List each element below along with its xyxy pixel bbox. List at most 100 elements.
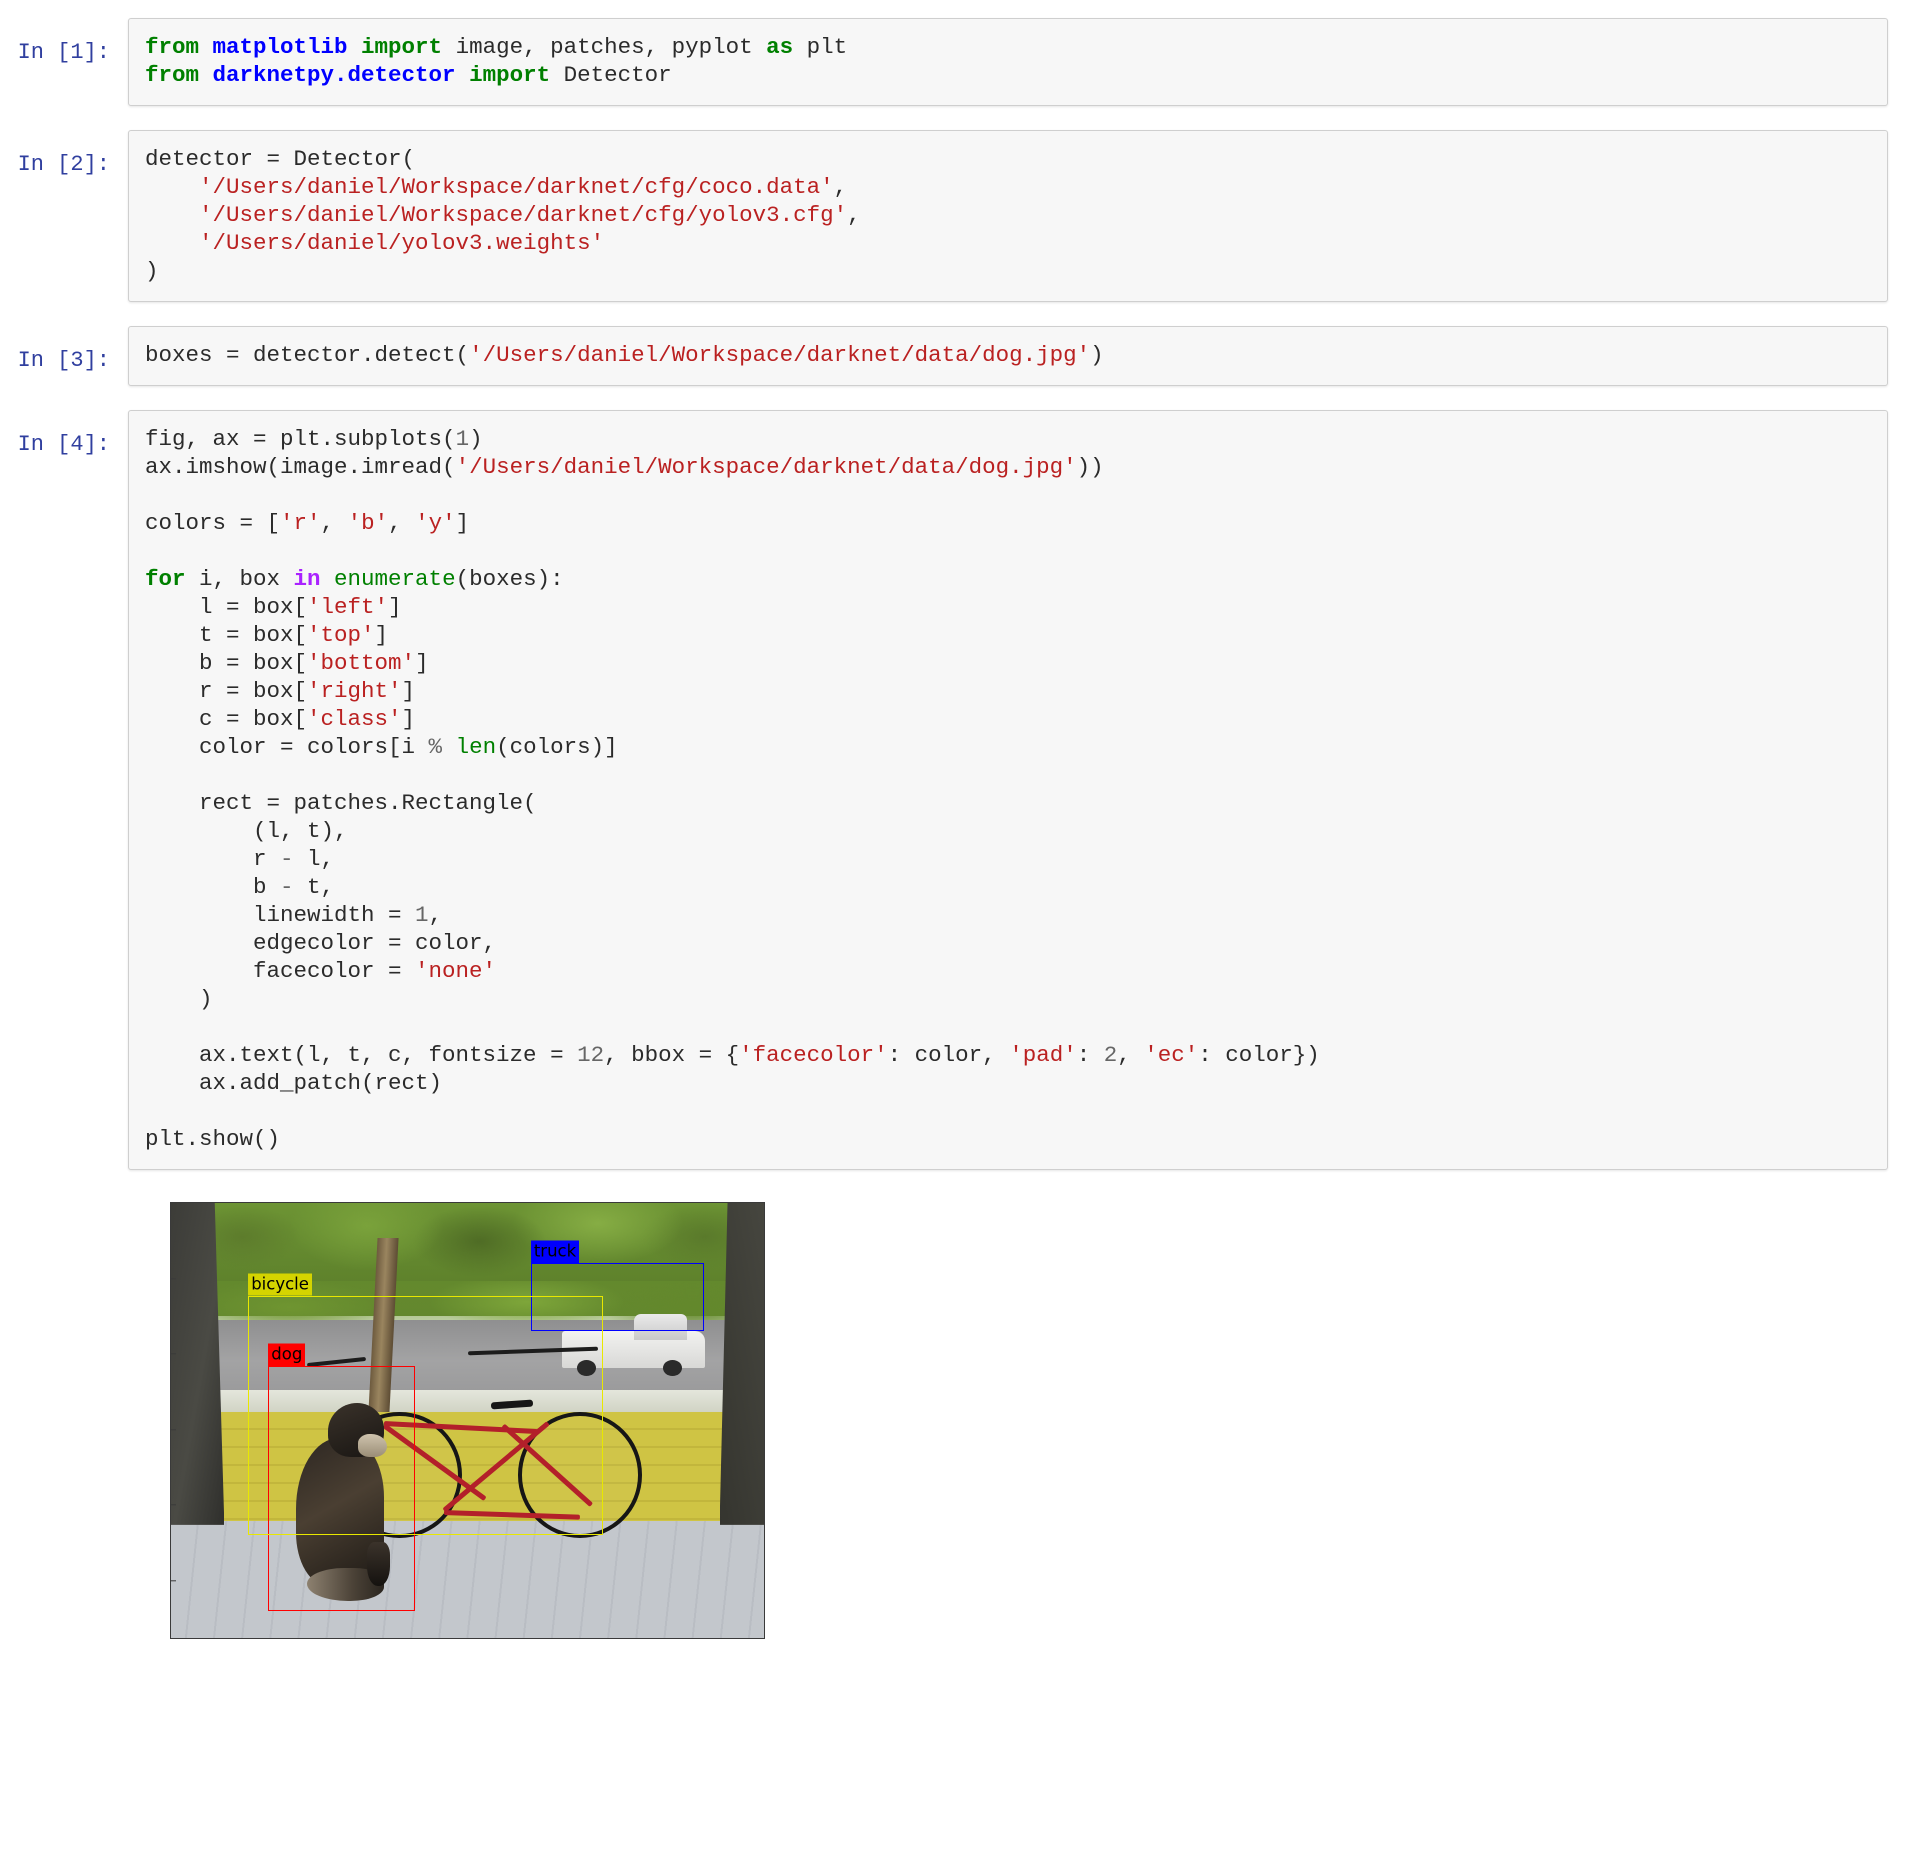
- code-token: ): [469, 426, 483, 452]
- curb: [171, 1390, 764, 1414]
- figure-axes: dogtruckbicycle 010020030040050001002003…: [170, 1202, 765, 1639]
- code-token: : color}): [1198, 1042, 1320, 1068]
- code-token: image, patches, pyplot: [455, 34, 767, 60]
- code-token: 'pad': [1009, 1042, 1077, 1068]
- cell-prompt-1: In [1]:: [17, 40, 110, 65]
- code-token: ax.imshow(image.imread(: [145, 454, 456, 480]
- code-token: plt.show(): [145, 1126, 281, 1152]
- code-token: 2: [1103, 1042, 1118, 1068]
- code-token: t = box[: [145, 622, 308, 648]
- code-token: b: [145, 874, 281, 900]
- code-editor-1[interactable]: from matplotlib import image, patches, p…: [145, 33, 1871, 89]
- code-token: import: [469, 62, 564, 88]
- code-token: darknetpy.detector: [212, 62, 470, 88]
- code-token: '/Users/daniel/Workspace/darknet/data/do…: [469, 342, 1091, 368]
- code-token: 'bottom': [307, 650, 416, 676]
- cell-prompt-2: In [2]:: [17, 152, 110, 177]
- code-token: '/Users/daniel/Workspace/darknet/data/do…: [455, 454, 1077, 480]
- code-cell-2[interactable]: In [2]: detector = Detector( '/Users/dan…: [0, 130, 1914, 302]
- cell-prompt-3: In [3]:: [17, 348, 110, 373]
- code-token: %: [428, 734, 456, 760]
- code-token: 'r': [280, 510, 321, 536]
- code-token: -: [280, 846, 308, 872]
- x-axis-tick-label: 0: [170, 1638, 176, 1639]
- code-cell-1[interactable]: In [1]: from matplotlib import image, pa…: [0, 18, 1914, 106]
- truck-cab: [633, 1313, 687, 1341]
- code-token: , bbox = {: [604, 1042, 740, 1068]
- x-axis-tick-label: 400: [464, 1638, 496, 1639]
- code-token: ,: [1117, 1042, 1145, 1068]
- code-token: ]: [415, 650, 429, 676]
- code-editor-2[interactable]: detector = Detector( '/Users/daniel/Work…: [145, 145, 1871, 285]
- code-token: as: [766, 34, 807, 60]
- code-token: plt: [806, 34, 848, 60]
- code-token: ax.add_patch(rect): [145, 1070, 443, 1096]
- cell-prompt-4: In [4]:: [17, 432, 110, 457]
- code-token: ]: [455, 510, 470, 536]
- code-token: 'class': [307, 706, 402, 732]
- code-token: 'ec': [1144, 1042, 1199, 1068]
- notebook: In [1]: from matplotlib import image, pa…: [0, 18, 1914, 1704]
- code-cell-4[interactable]: In [4]: fig, ax = plt.subplots(1) ax.ims…: [0, 410, 1914, 1170]
- code-token: '/Users/daniel/Workspace/darknet/cfg/coc…: [199, 174, 834, 200]
- code-token: ,: [388, 510, 416, 536]
- code-token: l,: [307, 846, 335, 872]
- x-axis-tick-label: 300: [386, 1638, 418, 1639]
- code-token: )): [1076, 454, 1104, 480]
- code-token: 'none': [415, 958, 497, 984]
- code-token: 'y': [415, 510, 456, 536]
- x-axis-tick-label: 100: [232, 1638, 264, 1639]
- code-editor-4[interactable]: fig, ax = plt.subplots(1) ax.imshow(imag…: [145, 425, 1871, 1153]
- code-token: ]: [401, 706, 416, 732]
- code-token: ,: [847, 202, 861, 228]
- code-token: ): [1090, 342, 1104, 368]
- code-token: for: [145, 566, 200, 592]
- code-token: linewidth =: [145, 902, 416, 928]
- code-token: ax.text(l, t, c, fontsize =: [145, 1042, 578, 1068]
- code-token: ): [145, 258, 159, 284]
- code-token: (l, t),: [145, 818, 348, 844]
- code-token: rect = patches.Rectangle(: [145, 790, 537, 816]
- code-token: i, box: [199, 566, 294, 592]
- cell-input-2[interactable]: detector = Detector( '/Users/daniel/Work…: [128, 130, 1888, 302]
- code-token: in: [293, 566, 335, 592]
- code-token: b = box[: [145, 650, 308, 676]
- x-axis-tick-label: 700: [695, 1638, 727, 1639]
- code-token: 'b': [347, 510, 389, 536]
- x-axis-tick-label: 500: [541, 1638, 573, 1639]
- code-token: : color,: [887, 1042, 1010, 1068]
- cell-input-4[interactable]: fig, ax = plt.subplots(1) ax.imshow(imag…: [128, 410, 1888, 1170]
- code-token: from: [145, 62, 213, 88]
- code-cell-3[interactable]: In [3]: boxes = detector.detect('/Users/…: [0, 326, 1914, 386]
- code-token: ]: [374, 622, 389, 648]
- porch-deck: [171, 1520, 764, 1638]
- cell-output-4: dogtruckbicycle 010020030040050001002003…: [0, 1194, 1914, 1704]
- code-token: ,: [833, 174, 848, 200]
- code-token: 12: [577, 1042, 605, 1068]
- code-token: ]: [388, 594, 402, 620]
- code-token: ]: [401, 678, 416, 704]
- code-token: colors = [: [145, 510, 281, 536]
- code-token: ,: [320, 510, 348, 536]
- code-token: color = colors[i: [145, 734, 429, 760]
- code-token: edgecolor = color,: [145, 930, 497, 956]
- matplotlib-figure: dogtruckbicycle 010020030040050001002003…: [128, 1194, 828, 1704]
- code-editor-3[interactable]: boxes = detector.detect('/Users/daniel/W…: [145, 341, 1871, 369]
- code-token: 'top': [307, 622, 375, 648]
- cell-input-1[interactable]: from matplotlib import image, patches, p…: [128, 18, 1888, 106]
- code-token: len: [455, 734, 497, 760]
- code-token: '/Users/daniel/Workspace/darknet/cfg/yol…: [199, 202, 848, 228]
- x-axis-tick-label: 200: [309, 1638, 341, 1639]
- code-token: matplotlib: [212, 34, 362, 60]
- code-token: r: [145, 846, 281, 872]
- cell-input-3[interactable]: boxes = detector.detect('/Users/daniel/W…: [128, 326, 1888, 386]
- code-token: '/Users/daniel/yolov3.weights': [199, 230, 605, 256]
- code-token: -: [280, 874, 308, 900]
- code-token: detector = Detector(: [145, 146, 416, 172]
- code-token: 'right': [307, 678, 402, 704]
- code-token: 'facecolor': [739, 1042, 888, 1068]
- code-token: (colors)]: [496, 734, 618, 760]
- code-token: l = box[: [145, 594, 308, 620]
